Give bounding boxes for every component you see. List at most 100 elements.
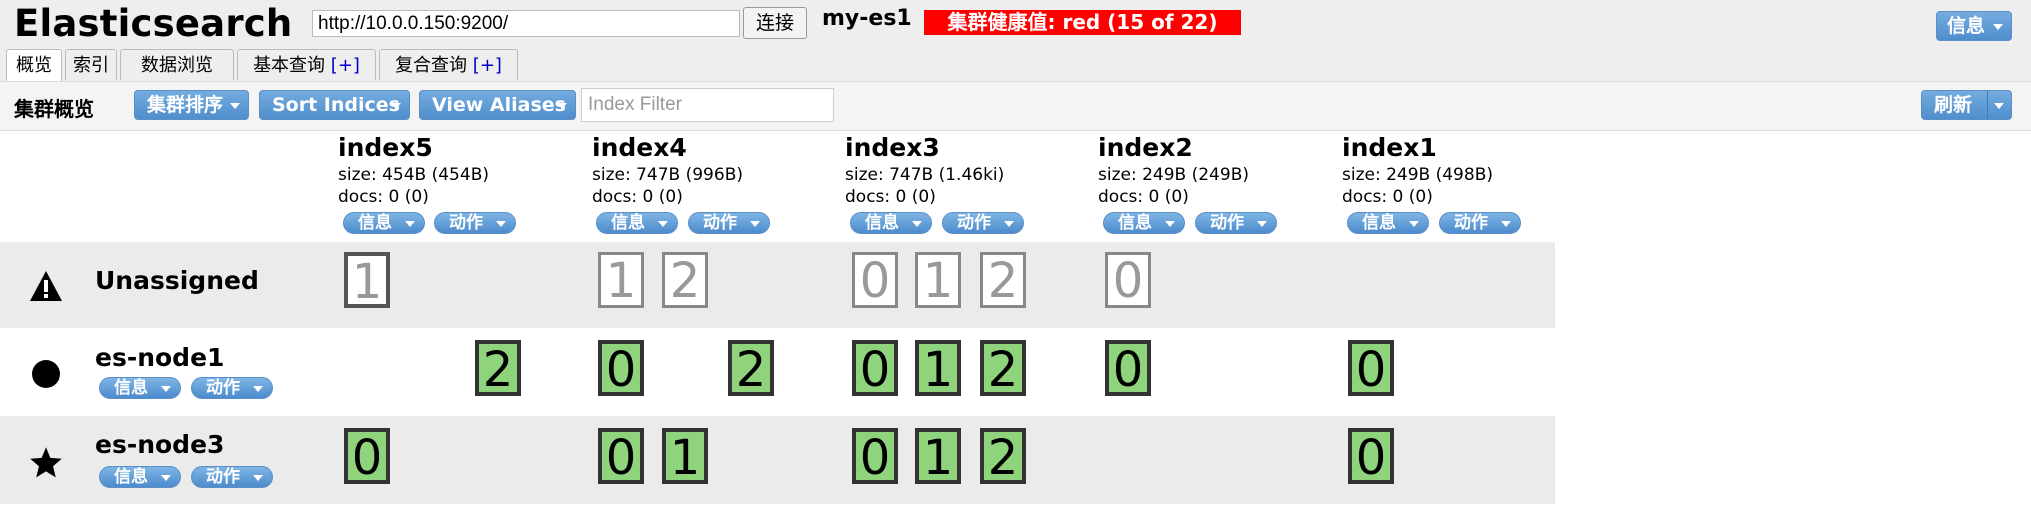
button-label: 信息 bbox=[1118, 213, 1152, 233]
circle-icon bbox=[32, 360, 60, 388]
index-info-button[interactable]: 信息 bbox=[343, 212, 425, 234]
button-label: 信息 bbox=[1362, 213, 1396, 233]
warning-icon bbox=[30, 271, 62, 301]
tab-overview[interactable]: 概览 bbox=[6, 49, 62, 81]
index-size: size: 747B (1.46ki) bbox=[845, 165, 1005, 185]
cluster-health-badge: 集群健康值: red (15 of 22) bbox=[924, 10, 1241, 35]
index-action-button[interactable]: 动作 bbox=[1195, 212, 1277, 234]
add-query-link[interactable]: [+] bbox=[473, 55, 502, 76]
header-info-button[interactable]: 信息 bbox=[1936, 11, 2012, 41]
chevron-down-icon bbox=[1257, 221, 1267, 227]
button-label: 动作 bbox=[206, 378, 240, 398]
chevron-down-icon bbox=[1409, 221, 1419, 227]
chevron-down-icon bbox=[1501, 221, 1511, 227]
tab-browser[interactable]: 数据浏览 bbox=[120, 49, 234, 80]
view-aliases-button[interactable]: View Aliases bbox=[419, 90, 576, 120]
shard[interactable]: 1 bbox=[915, 340, 961, 396]
shard[interactable]: 1 bbox=[344, 252, 390, 308]
chevron-down-icon bbox=[253, 475, 263, 481]
unassigned-row: Unassigned 1 1 2 0 1 2 0 bbox=[0, 242, 1555, 328]
shard[interactable]: 0 bbox=[852, 340, 898, 396]
index-name: index3 bbox=[845, 133, 940, 162]
cluster-name: my-es1 bbox=[822, 6, 912, 31]
index-action-button[interactable]: 动作 bbox=[942, 212, 1024, 234]
button-label: 动作 bbox=[449, 213, 483, 233]
index-action-button[interactable]: 动作 bbox=[1439, 212, 1521, 234]
button-label: 信息 bbox=[114, 467, 148, 487]
index-name: index2 bbox=[1098, 133, 1193, 162]
shard[interactable]: 2 bbox=[475, 340, 521, 396]
overview-title: 集群概览 bbox=[14, 97, 94, 121]
chevron-down-icon bbox=[405, 221, 415, 227]
button-label: 动作 bbox=[206, 467, 240, 487]
shard[interactable]: 1 bbox=[662, 428, 708, 484]
star-icon bbox=[30, 447, 62, 478]
node-row-es-node3: es-node3 信息 动作 0 0 1 0 1 2 0 bbox=[0, 416, 1555, 504]
node-action-button[interactable]: 动作 bbox=[191, 377, 273, 399]
chevron-down-icon bbox=[1993, 24, 2003, 30]
shard[interactable]: 0 bbox=[1105, 340, 1151, 396]
tab-label: 概览 bbox=[16, 55, 52, 76]
tab-label: 基本查询 bbox=[253, 55, 326, 76]
button-label: 动作 bbox=[1454, 213, 1488, 233]
url-input[interactable]: http://10.0.0.150:9200/ bbox=[312, 10, 740, 37]
tab-structured-query[interactable]: 复合查询 [+] bbox=[379, 49, 518, 80]
button-label: 集群排序 bbox=[147, 94, 224, 116]
shard[interactable]: 2 bbox=[980, 428, 1026, 484]
shard[interactable]: 2 bbox=[662, 252, 708, 308]
node-row-es-node1: es-node1 信息 动作 2 0 2 0 1 2 0 0 bbox=[0, 328, 1555, 416]
shard[interactable]: 0 bbox=[598, 340, 644, 396]
shard[interactable]: 1 bbox=[915, 252, 961, 308]
index-info-button[interactable]: 信息 bbox=[596, 212, 678, 234]
chevron-down-icon bbox=[496, 221, 506, 227]
sort-cluster-button[interactable]: 集群排序 bbox=[134, 90, 249, 120]
header-info-label: 信息 bbox=[1947, 15, 1986, 37]
index-info-button[interactable]: 信息 bbox=[850, 212, 932, 234]
refresh-button[interactable]: 刷新 bbox=[1921, 90, 2012, 120]
button-label: 信息 bbox=[611, 213, 645, 233]
index-docs: docs: 0 (0) bbox=[845, 187, 936, 207]
shard[interactable]: 2 bbox=[980, 252, 1026, 308]
tab-basic-query[interactable]: 基本查询 [+] bbox=[237, 49, 376, 80]
chevron-down-icon[interactable] bbox=[1994, 103, 2004, 109]
index-name: index1 bbox=[1342, 133, 1437, 162]
index-action-button[interactable]: 动作 bbox=[688, 212, 770, 234]
shard[interactable]: 0 bbox=[852, 428, 898, 484]
index-action-button[interactable]: 动作 bbox=[434, 212, 516, 234]
button-label: 信息 bbox=[865, 213, 899, 233]
node-info-button[interactable]: 信息 bbox=[99, 377, 181, 399]
sort-indices-button[interactable]: Sort Indices bbox=[259, 90, 410, 120]
node-name: es-node1 bbox=[95, 343, 225, 372]
tab-label: 复合查询 bbox=[395, 55, 468, 76]
shard[interactable]: 1 bbox=[598, 252, 644, 308]
shard[interactable]: 0 bbox=[852, 252, 898, 308]
index-header: index2 size: 249B (249B) docs: 0 (0) bbox=[1098, 132, 1249, 208]
shard[interactable]: 0 bbox=[1105, 252, 1151, 308]
shard[interactable]: 0 bbox=[344, 428, 390, 484]
add-query-link[interactable]: [+] bbox=[331, 55, 360, 76]
chevron-down-icon bbox=[658, 221, 668, 227]
index-info-button[interactable]: 信息 bbox=[1103, 212, 1185, 234]
chevron-down-icon bbox=[912, 221, 922, 227]
index-size: size: 747B (996B) bbox=[592, 165, 743, 185]
index-header: index5 size: 454B (454B) docs: 0 (0) bbox=[338, 132, 489, 208]
index-filter-input[interactable]: Index Filter bbox=[581, 88, 834, 122]
index-docs: docs: 0 (0) bbox=[592, 187, 683, 207]
shard[interactable]: 0 bbox=[1348, 340, 1394, 396]
refresh-label: 刷新 bbox=[1934, 94, 1973, 116]
index-info-button[interactable]: 信息 bbox=[1347, 212, 1429, 234]
button-label: 动作 bbox=[703, 213, 737, 233]
tab-indices[interactable]: 索引 bbox=[65, 49, 117, 80]
shard[interactable]: 0 bbox=[598, 428, 644, 484]
connect-button[interactable]: 连接 bbox=[743, 7, 807, 39]
button-label: 信息 bbox=[114, 378, 148, 398]
shard[interactable]: 0 bbox=[1348, 428, 1394, 484]
shard[interactable]: 1 bbox=[915, 428, 961, 484]
node-info-button[interactable]: 信息 bbox=[99, 466, 181, 488]
toolbar: 集群概览 集群排序 Sort Indices View Aliases Inde… bbox=[0, 81, 2031, 130]
shard[interactable]: 2 bbox=[980, 340, 1026, 396]
button-label: 动作 bbox=[1210, 213, 1244, 233]
node-name: Unassigned bbox=[95, 266, 259, 295]
node-action-button[interactable]: 动作 bbox=[191, 466, 273, 488]
shard[interactable]: 2 bbox=[728, 340, 774, 396]
